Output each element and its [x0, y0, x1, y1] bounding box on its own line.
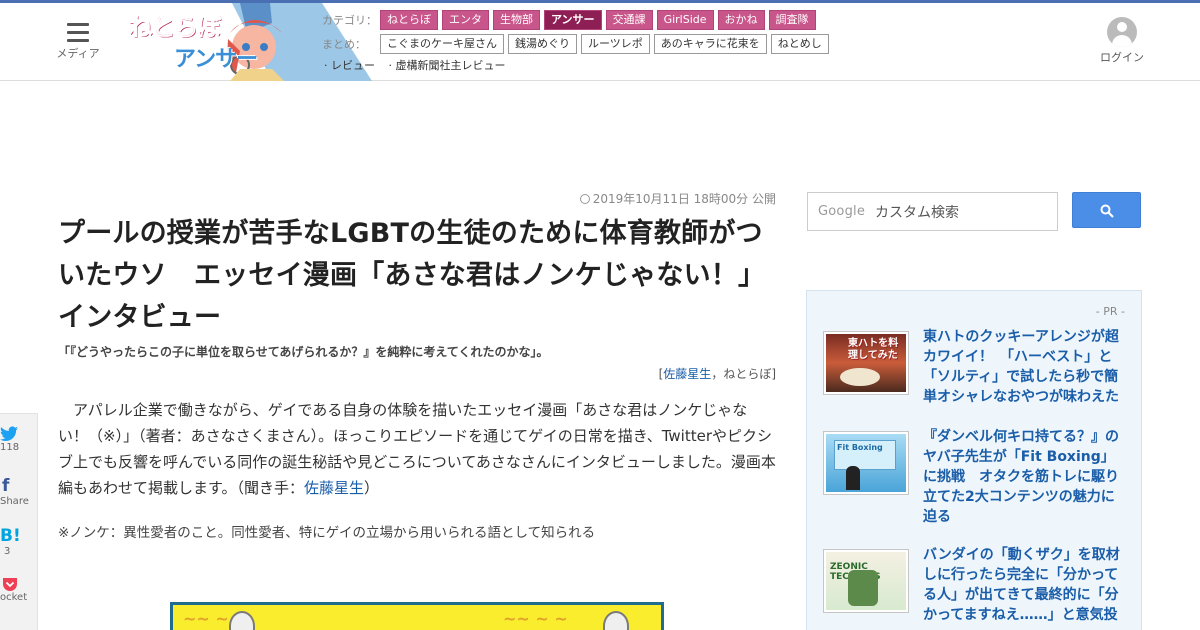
category-tag-enta[interactable]: エンタ — [442, 10, 489, 30]
category-row-label: カテゴリ： — [322, 14, 377, 27]
search-placeholder: カスタム検索 — [875, 204, 960, 221]
publish-date: 2019年10月11日 18時00分 公開 — [58, 190, 776, 210]
share-pocket[interactable]: ocket — [0, 576, 38, 604]
hamburger-icon — [67, 23, 89, 42]
share-hatena[interactable]: B! 3 — [0, 526, 38, 558]
share-facebook[interactable]: f Share — [0, 476, 38, 508]
matome-row-label: まとめ： — [322, 38, 366, 51]
share-line[interactable]: ● — [0, 626, 38, 630]
search-button[interactable] — [1072, 192, 1141, 228]
article: 2019年10月11日 18時00分 公開 プールの授業が苦手なLGBTの生徒の… — [58, 190, 776, 541]
byline-author-link[interactable]: 佐藤星生 — [663, 367, 711, 381]
category-tag-seibutsubu[interactable]: 生物部 — [493, 10, 540, 30]
hatena-bookmark-icon: B! — [0, 526, 21, 546]
login-button[interactable]: ログイン — [1098, 17, 1146, 65]
pr-sidebar: - PR - 東ハトを料理してみた 東ハトのクッキーアレンジが超カワイイ！ 「ハ… — [806, 290, 1142, 630]
article-title: プールの授業が苦手なLGBTの生徒のために体育教師がついたウソ エッセイ漫画「あ… — [58, 218, 766, 333]
user-avatar-icon — [1107, 17, 1137, 47]
comic-character-right — [603, 611, 629, 630]
category-tag-chosatai[interactable]: 調査隊 — [768, 10, 816, 30]
pr-item-title[interactable]: 『ダンベル何キロ持てる？』のヤバ子先生が「Fit Boxing」に挑戦 オタクを… — [923, 427, 1123, 527]
lead-close: ） — [364, 479, 380, 497]
interviewer-link[interactable]: 佐藤星生 — [304, 479, 364, 497]
share-twitter[interactable]: 118 — [0, 426, 38, 454]
article-lead-paragraph: アパレル企業で働きながら、ゲイである自身の体験を描いたエッセイ漫画「あさな君はノ… — [58, 397, 776, 501]
matome-tag-roots[interactable]: ルーツレポ — [581, 34, 650, 54]
comic-decoration: ~~ ~ — [183, 609, 229, 628]
category-tag-answer[interactable]: アンサー — [544, 10, 602, 30]
pocket-label: ocket — [0, 592, 28, 603]
hatena-count: 3 — [4, 546, 11, 557]
sub-links-row: · レビュー · 虚構新聞社主レビュー — [322, 57, 842, 75]
lead-text: アパレル企業で働きながら、ゲイである自身の体験を描いたエッセイ漫画「あさな君はノ… — [58, 401, 776, 497]
site-search: Google カスタム検索 — [807, 192, 1141, 231]
share-more-icon: ● — [0, 626, 38, 630]
publish-date-text: 2019年10月11日 18時00分 公開 — [592, 192, 776, 206]
pr-thumbnail[interactable]: ZEONIC TECHNICS — [823, 549, 909, 613]
article-subtitle: 「『どうやったらこの子に単位を取らせてあげられるか？』を純粋に考えてくれたのかな… — [58, 345, 549, 359]
twitter-icon — [0, 426, 18, 442]
logo-text-line1: ねとらぼ — [128, 13, 222, 42]
pr-thumbnail[interactable]: 東ハトを料理してみた — [823, 331, 909, 395]
sub-link-review[interactable]: · レビュー — [324, 59, 375, 72]
comic-character-left — [229, 611, 255, 630]
matome-tag-hanataba[interactable]: あのキャラに花束を — [653, 34, 767, 54]
matome-tag-koguma[interactable]: こぐまのケーキ屋さん — [380, 34, 504, 54]
byline-rest: ，ねとらぼ] — [711, 367, 776, 381]
logo-text-line2: アンサー — [174, 47, 258, 72]
pr-item-title[interactable]: 東ハトのクッキーアレンジが超カワイイ！ 「ハーベスト」と「ソルティ」で試したら秒… — [923, 327, 1123, 407]
category-tag-kotsuka[interactable]: 交通課 — [605, 10, 653, 30]
category-tag-girlside[interactable]: GirlSide — [656, 10, 714, 30]
facebook-icon: f — [2, 476, 10, 496]
pr-thumb-caption: Fit Boxing — [834, 440, 896, 470]
clock-icon — [579, 194, 590, 204]
category-row: カテゴリ： ねとらぼ エンタ 生物部 アンサー 交通課 GirlSide おかね… — [322, 9, 842, 31]
article-footnote: ※ノンケ：異性愛者のこと。同性愛者、特にゲイの立場から用いられる語として知られる — [58, 525, 596, 541]
category-tag-okane[interactable]: おかね — [717, 10, 765, 30]
twitter-count: 118 — [0, 442, 20, 453]
pocket-icon — [3, 578, 17, 591]
comic-decoration-right: ~~ ~ ~ — [503, 609, 568, 628]
search-icon — [1100, 204, 1114, 218]
facebook-share-label: Share — [0, 496, 29, 507]
matome-tag-sento[interactable]: 銭湯めぐり — [508, 34, 577, 54]
category-tag-netorabo[interactable]: ねとらぼ — [380, 10, 438, 30]
category-nav: カテゴリ： ねとらぼ エンタ 生物部 アンサー 交通課 GirlSide おかね… — [322, 9, 842, 75]
login-label: ログイン — [1100, 51, 1144, 64]
comic-image[interactable]: ~~ ~ ~~ ~ ~ — [170, 602, 664, 630]
matome-tag-netomeshi[interactable]: ねとめし — [770, 34, 829, 54]
search-input[interactable]: Google カスタム検索 — [807, 192, 1058, 231]
google-label: Google — [818, 204, 866, 219]
share-sidebar: 118 f Share B! 3 ocket ● — [0, 413, 38, 630]
pr-item-title[interactable]: バンダイの「動くザク」を取材しに行ったら完全に「分かってる人」が出てきて最終的に… — [923, 545, 1123, 625]
sub-link-kyoko-review[interactable]: · 虚構新聞社主レビュー — [389, 59, 506, 72]
pr-thumb-caption: 東ハトを料理してみた — [848, 338, 899, 361]
pr-thumbnail[interactable]: Fit Boxing — [823, 431, 909, 495]
media-menu-label: メディア — [56, 47, 100, 60]
article-byline: [佐藤星生，ねとらぼ] — [58, 365, 776, 383]
pr-label: - PR - — [1095, 305, 1125, 318]
site-header: メディア ねとらぼ アンサー カテゴリ： ねとらぼ エンタ 生物部 アンサー 交… — [0, 3, 1200, 81]
media-menu-button[interactable]: メディア — [50, 19, 106, 67]
matome-row: まとめ： こぐまのケーキ屋さん 銭湯めぐり ルーツレポ あのキャラに花束を ねと… — [322, 33, 842, 55]
